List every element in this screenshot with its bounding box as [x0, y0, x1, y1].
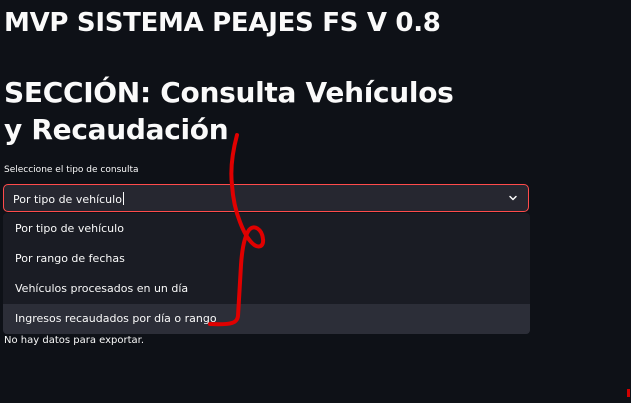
option-por-tipo-de-vehiculo[interactable]: Por tipo de vehículo: [3, 214, 530, 244]
option-por-rango-de-fechas[interactable]: Por rango de fechas: [3, 244, 530, 274]
query-type-dropdown: Por tipo de vehículo Por rango de fechas…: [3, 213, 530, 334]
selected-value-text: Por tipo de vehículo: [13, 193, 122, 206]
option-vehiculos-procesados-en-un-dia[interactable]: Vehículos procesados en un día: [3, 274, 530, 304]
app-title: MVP SISTEMA PEAJES FS V 0.8: [4, 8, 441, 38]
section-title: SECCIÓN: Consulta Vehículos y Recaudació…: [4, 76, 454, 146]
app-page: MVP SISTEMA PEAJES FS V 0.8 SECCIÓN: Con…: [0, 0, 631, 403]
no-export-data-message: No hay datos para exportar.: [4, 335, 145, 346]
query-type-label: Seleccione el tipo de consulta: [4, 165, 139, 175]
query-type-select[interactable]: Por tipo de vehículo: [3, 184, 529, 212]
option-ingresos-recaudados[interactable]: Ingresos recaudados por día o rango: [3, 304, 530, 334]
edge-mark: [627, 389, 630, 397]
chevron-down-icon[interactable]: [508, 193, 518, 203]
query-type-selected-value[interactable]: Por tipo de vehículo: [13, 192, 124, 206]
text-cursor: [122, 192, 124, 205]
